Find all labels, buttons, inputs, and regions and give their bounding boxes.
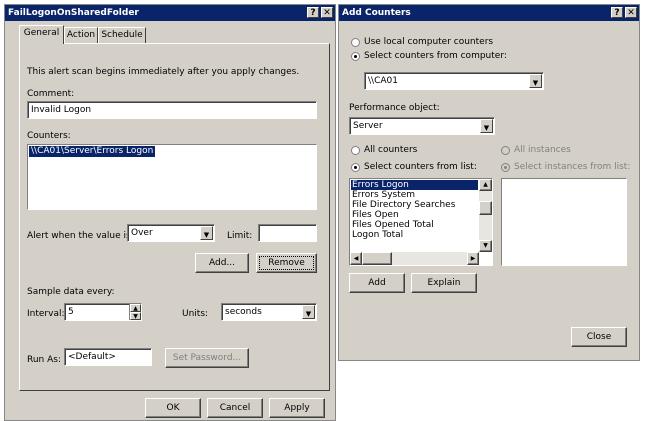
counters-label: Counters: (27, 131, 71, 141)
alert-condition-value: Over (131, 228, 153, 238)
close-button[interactable]: Close (571, 327, 627, 347)
comment-input[interactable]: Invalid Logon (27, 101, 317, 119)
sample-data-label: Sample data every: (27, 287, 115, 297)
chevron-down-icon[interactable]: ▼ (302, 305, 315, 319)
add-button[interactable]: Add (349, 273, 405, 293)
interval-spinner[interactable]: ▲ ▼ (129, 304, 141, 320)
interval-value: 5 (68, 307, 74, 317)
use-local-label[interactable]: Use local computer counters (364, 37, 493, 47)
scroll-right-icon[interactable]: ▶ (467, 252, 479, 265)
spin-down-icon[interactable]: ▼ (130, 312, 141, 320)
spin-up-icon[interactable]: ▲ (130, 304, 141, 312)
interval-input[interactable]: 5 ▲ ▼ (64, 303, 142, 321)
counter-list-item[interactable]: \\CA01\Server\Errors Logon (29, 146, 156, 157)
alert-value-label: Alert when the value is: (27, 231, 134, 241)
tab-general[interactable]: General (19, 25, 64, 44)
scroll-down-icon[interactable]: ▼ (479, 240, 492, 252)
limit-input[interactable] (258, 224, 317, 242)
counter-item[interactable]: Errors System (351, 190, 478, 200)
counter-list-items: Errors Logon Errors System File Director… (351, 180, 478, 240)
performance-object-select[interactable]: Server ▼ (349, 117, 495, 135)
scroll-up-icon[interactable]: ▲ (479, 179, 492, 191)
all-counters-label[interactable]: All counters (364, 145, 417, 155)
close-icon[interactable]: ✕ (625, 7, 637, 18)
tab-action[interactable]: Action (64, 27, 98, 43)
vertical-scrollbar[interactable]: ▲ ▼ (479, 179, 492, 252)
intro-text: This alert scan begins immediately after… (27, 67, 300, 77)
counters-list[interactable]: \\CA01\Server\Errors Logon (27, 144, 317, 210)
comment-label: Comment: (27, 89, 75, 99)
tab-schedule-label: Schedule (101, 30, 143, 40)
left-title: FailLogonOnSharedFolder (8, 8, 139, 18)
chevron-down-icon[interactable]: ▼ (529, 74, 542, 88)
units-value: seconds (225, 307, 262, 317)
scroll-thumb-horizontal[interactable] (362, 252, 392, 265)
counter-item[interactable]: File Directory Searches (351, 200, 478, 210)
use-local-radio[interactable] (351, 38, 360, 47)
horizontal-scrollbar[interactable]: ◀ ▶ (350, 252, 479, 265)
explain-button[interactable]: Explain (411, 273, 477, 293)
remove-counter-button[interactable]: Remove (256, 253, 317, 273)
limit-label: Limit: (227, 231, 253, 241)
select-computer-label[interactable]: Select counters from computer: (364, 51, 507, 61)
right-titlebar: Add Counters ? ✕ (339, 5, 639, 21)
units-select[interactable]: seconds ▼ (221, 303, 317, 321)
run-as-input[interactable]: <Default> (64, 348, 152, 366)
tab-schedule[interactable]: Schedule (98, 27, 146, 43)
run-as-label: Run As: (27, 355, 61, 365)
tab-general-label: General (23, 28, 60, 38)
help-button[interactable]: ? (611, 7, 623, 18)
select-computer-radio[interactable] (351, 52, 360, 61)
chevron-down-icon[interactable]: ▼ (200, 226, 213, 240)
performance-object-value: Server (353, 121, 383, 131)
counter-item[interactable]: Files Opened Total (351, 220, 478, 230)
alert-properties-dialog: FailLogonOnSharedFolder ? ✕ General Acti… (4, 4, 336, 421)
computer-value: \\CA01 (368, 76, 398, 86)
counters-listbox[interactable]: Errors Logon Errors System File Director… (349, 178, 493, 266)
units-label: Units: (182, 309, 209, 319)
set-password-button[interactable]: Set Password... (165, 348, 249, 368)
apply-button[interactable]: Apply (269, 398, 325, 418)
cancel-button[interactable]: Cancel (207, 398, 263, 418)
all-instances-label: All instances (514, 145, 571, 155)
computer-select[interactable]: \\CA01 ▼ (364, 72, 544, 90)
alert-condition-select[interactable]: Over ▼ (127, 224, 215, 242)
select-counters-radio[interactable] (351, 163, 360, 172)
select-instances-radio[interactable] (501, 163, 510, 172)
counter-item[interactable]: Errors Logon (351, 180, 478, 190)
counter-item[interactable]: Logon Total (351, 230, 478, 240)
left-titlebar: FailLogonOnSharedFolder ? ✕ (5, 5, 335, 21)
counter-item[interactable]: Files Open (351, 210, 478, 220)
select-counters-label[interactable]: Select counters from list: (364, 162, 477, 172)
right-title: Add Counters (342, 8, 411, 18)
all-counters-radio[interactable] (351, 146, 360, 155)
add-counters-dialog: Add Counters ? ✕ Use local computer coun… (338, 4, 640, 361)
interval-label: Interval: (27, 309, 65, 319)
scroll-thumb[interactable] (479, 201, 492, 215)
all-instances-radio[interactable] (501, 146, 510, 155)
add-counter-button[interactable]: Add... (195, 253, 249, 273)
scroll-left-icon[interactable]: ◀ (350, 252, 362, 265)
help-button[interactable]: ? (307, 7, 319, 18)
instances-listbox[interactable] (501, 178, 627, 266)
ok-button[interactable]: OK (145, 398, 201, 418)
close-icon[interactable]: ✕ (321, 7, 333, 18)
tab-action-label: Action (66, 30, 96, 40)
select-instances-label: Select instances from list: (514, 162, 631, 172)
chevron-down-icon[interactable]: ▼ (480, 119, 493, 133)
performance-object-label: Performance object: (349, 103, 440, 113)
